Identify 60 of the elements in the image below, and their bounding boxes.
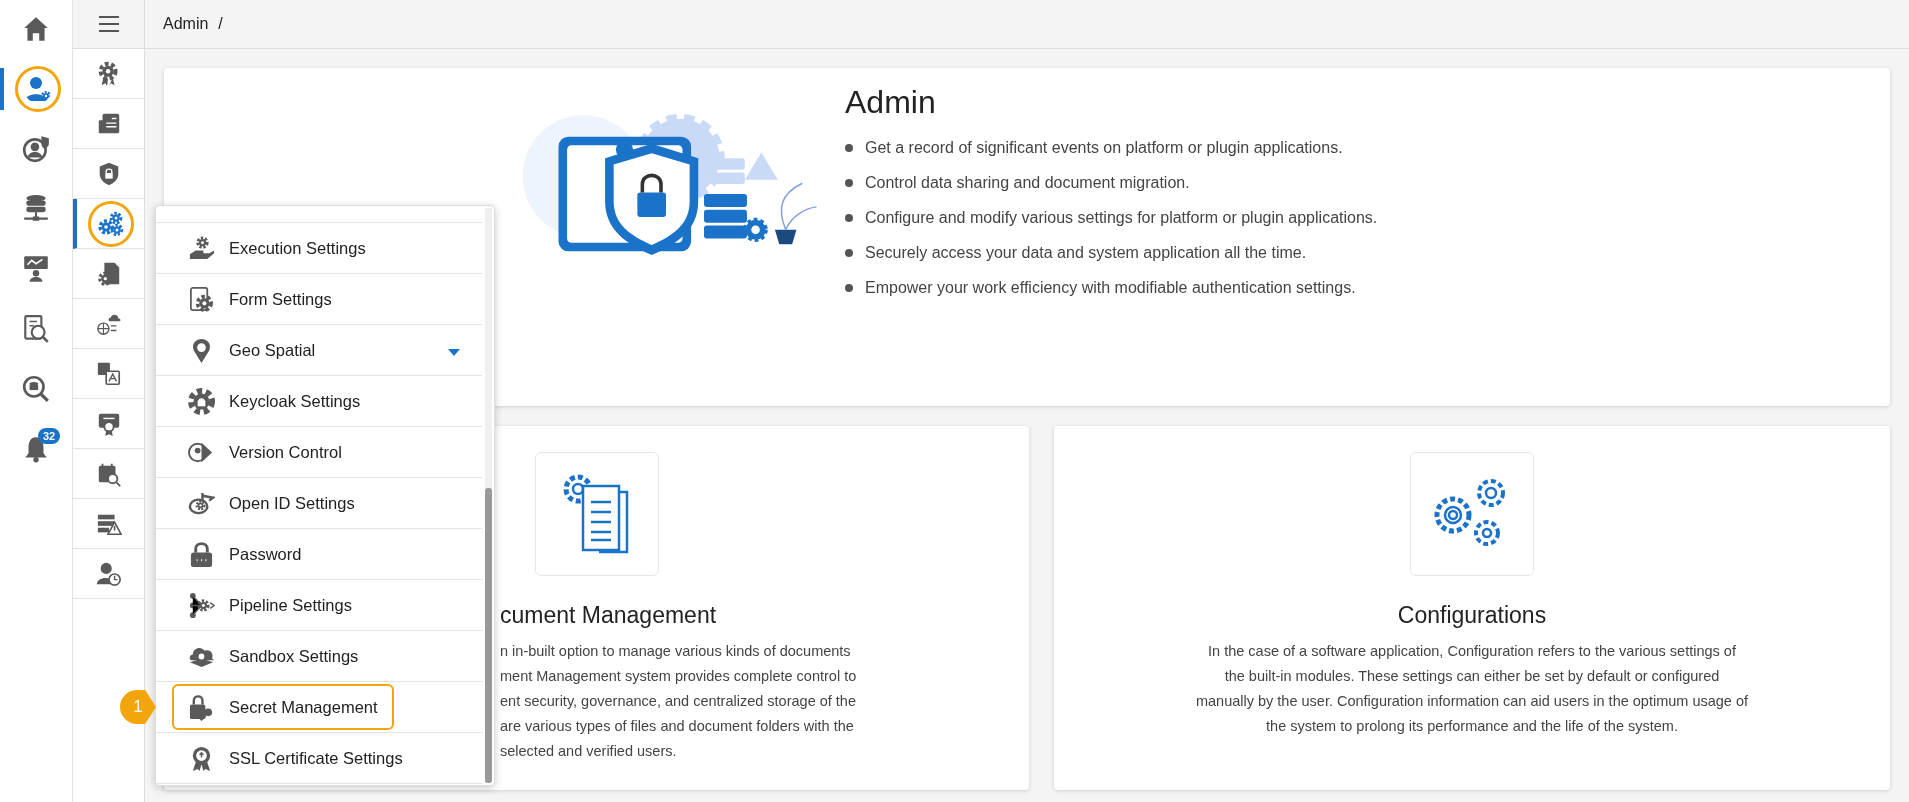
database-search-icon xyxy=(21,374,51,404)
scrollbar[interactable] xyxy=(485,208,492,783)
user-gear-icon xyxy=(15,66,61,112)
menu-button[interactable] xyxy=(73,0,144,49)
menu-item[interactable]: Geo Spatial xyxy=(172,327,332,373)
card-title: cument Management xyxy=(500,602,718,629)
bullet-dot xyxy=(845,144,853,152)
bullet-text: Control data sharing and document migration. xyxy=(865,174,1190,192)
step-callout: 1 xyxy=(120,690,156,724)
breadcrumb-link[interactable]: Admin xyxy=(163,15,209,33)
presentation-user-icon xyxy=(21,254,51,284)
card-description-line: ent security, governance, and centralized storage of the xyxy=(500,692,857,711)
nodes-gear-icon xyxy=(188,591,215,619)
card-description-line: n in-built option to manage various kinds of documents xyxy=(500,642,852,661)
card-description-line: selected and verified users. xyxy=(500,742,678,761)
bullet-dot xyxy=(845,284,853,292)
hero-title: Admin xyxy=(845,84,937,121)
bullet-dot xyxy=(845,249,853,257)
caret-icon[interactable] xyxy=(448,349,460,356)
subrail-item[interactable] xyxy=(73,199,144,249)
bullet-text: Get a record of significant events on platform or plugin applications. xyxy=(865,139,1343,157)
bullet-text: Configure and modify various settings for platform or plugin applications. xyxy=(865,209,1378,227)
gears-icon xyxy=(87,200,134,247)
menu-item[interactable]: Pipeline Settings xyxy=(172,582,368,628)
user-info-icon xyxy=(21,134,51,164)
notification-count: 32 xyxy=(38,428,61,444)
card-description-line: the system to prolong its performance and the life of the system. xyxy=(1265,717,1679,736)
breadcrumb-separator: / xyxy=(218,15,223,33)
module-card[interactable] xyxy=(1054,426,1890,790)
gear-lock-icon xyxy=(188,387,215,415)
form-gear-icon xyxy=(188,285,215,313)
database-network-icon xyxy=(21,194,51,224)
menu-item[interactable]: SSL Certificate Settings xyxy=(172,735,419,781)
menu-item[interactable]: Execution Settings xyxy=(172,225,382,271)
card-description-line: In the case of a software application, Configuration refers to the various settings of xyxy=(1207,642,1737,661)
card-description-line: manually by the user. Configuration information can aid users in the optimum usage of xyxy=(1194,692,1750,711)
user-clock-icon xyxy=(95,560,122,587)
bullet-dot xyxy=(845,179,853,187)
menu-item[interactable]: Secret Management xyxy=(172,684,394,730)
padlock-icon xyxy=(188,540,215,568)
menu-item[interactable]: Version Control xyxy=(172,429,358,475)
rail-item[interactable]: 32 xyxy=(0,428,72,470)
menu-item[interactable]: Keycloak Settings xyxy=(172,378,377,424)
menu-item[interactable]: Open ID Settings xyxy=(172,480,371,526)
bullet-text: Securely access your data and system application all the time. xyxy=(865,244,1307,262)
menu-item[interactable]: Sandbox Settings xyxy=(172,633,375,679)
card-description-line: are various types of files and document folders with the xyxy=(500,717,855,736)
menu-item[interactable]: Password xyxy=(172,531,318,577)
menu-item[interactable]: Form Settings xyxy=(172,276,348,322)
card-description-line: the built-in modules. These settings can either be set by default or configured xyxy=(1223,667,1721,686)
bullet-text: Empower your work efficiency with modifiable authentication settings. xyxy=(865,279,1356,297)
file-gear-icon xyxy=(95,260,122,287)
document-search-icon xyxy=(21,314,51,344)
card-title: Configurations xyxy=(1396,602,1548,629)
menu-icon xyxy=(98,16,119,32)
translate-icon xyxy=(95,360,122,387)
card-description-line: ment Management system provides complete control to xyxy=(500,667,858,686)
bullet-dot xyxy=(845,214,853,222)
padlock-key-icon xyxy=(188,693,215,721)
hand-gear-icon xyxy=(188,234,215,262)
